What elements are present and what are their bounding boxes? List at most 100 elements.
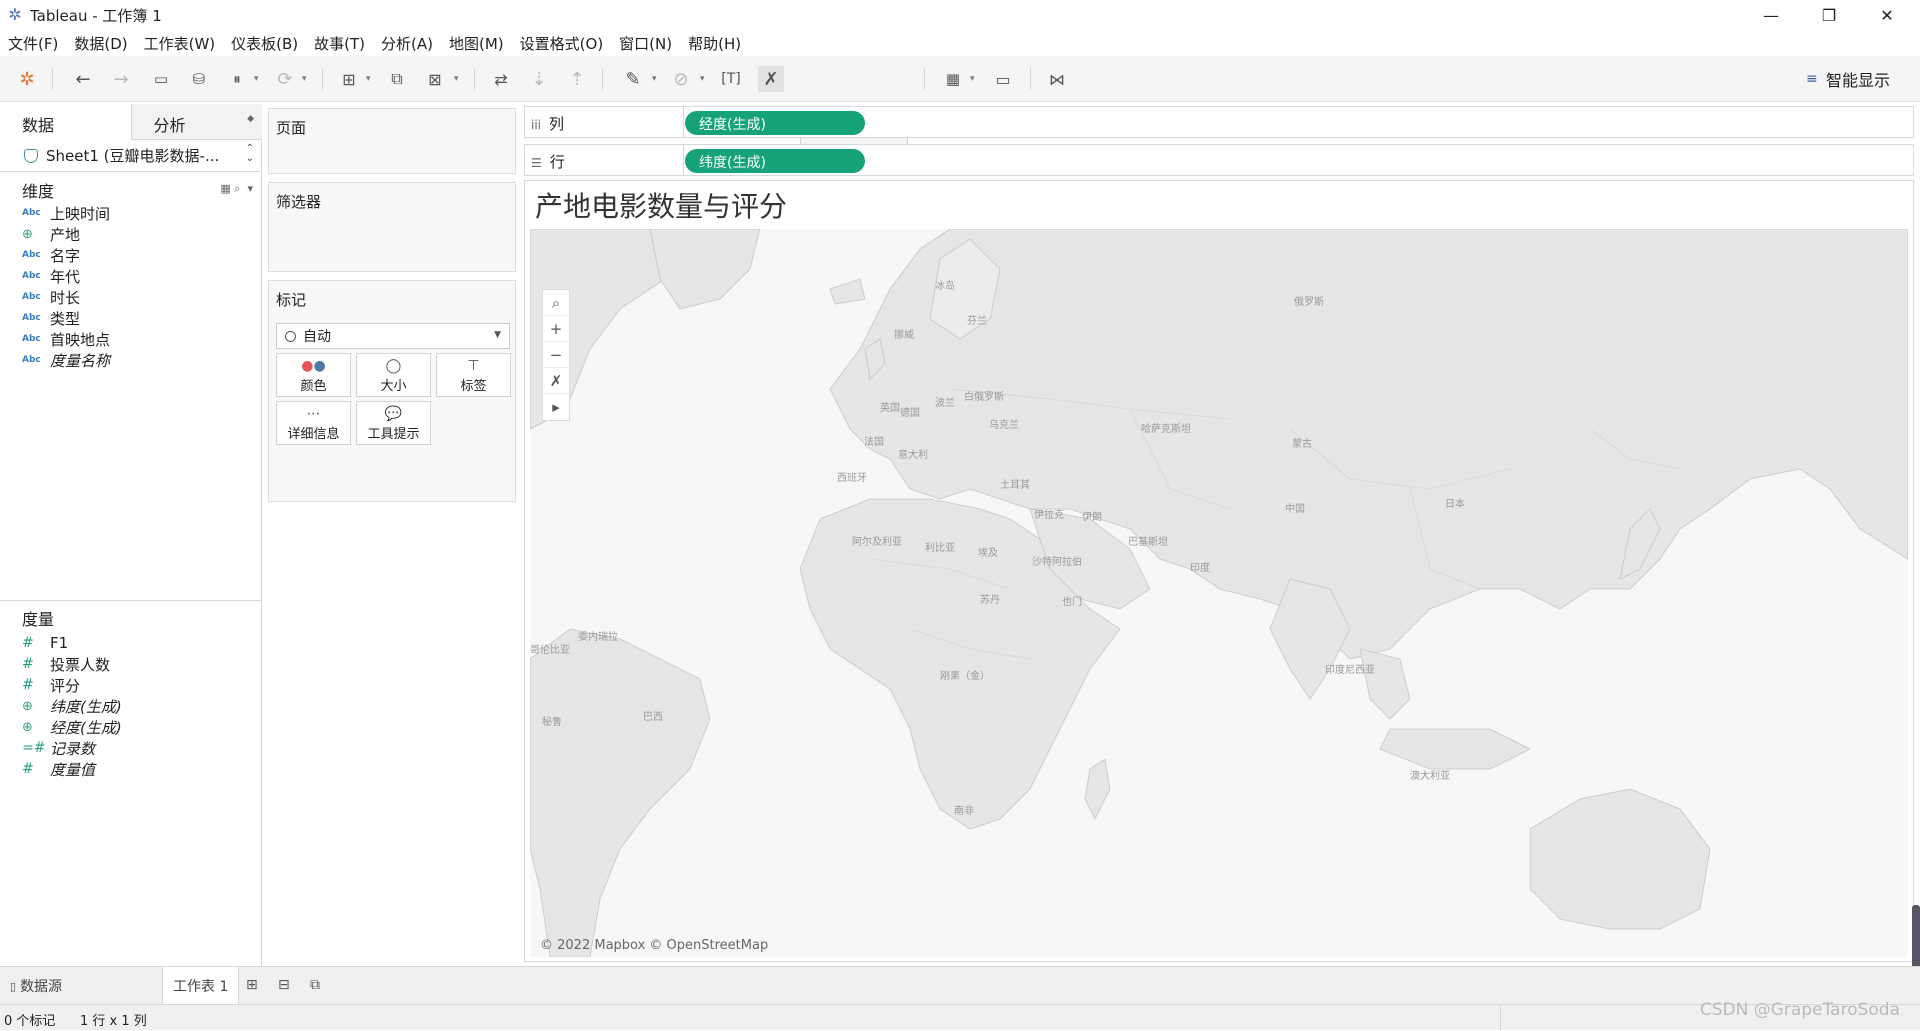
title-bar: ✲ Tableau - 工作簿 1	[0, 0, 1920, 30]
color-button[interactable]: ●● 颜色	[276, 353, 351, 397]
menu-data[interactable]: 数据(D)	[66, 33, 135, 54]
latitude-pill[interactable]: 纬度(生成)	[685, 149, 865, 173]
detail-dots-icon: ⋯	[306, 405, 321, 422]
map-label-pakistan: 巴基斯坦	[1128, 537, 1168, 548]
share-icon[interactable]: ⋈	[1044, 66, 1070, 92]
new-dashboard-icon[interactable]: ⊟	[278, 977, 300, 995]
abc-icon: Abc	[22, 313, 41, 323]
tab-data[interactable]: 数据	[0, 104, 132, 140]
pane-divider[interactable]	[0, 600, 262, 601]
window-title: Tableau - 工作簿 1	[30, 6, 162, 25]
menu-help[interactable]: 帮助(H)	[680, 33, 749, 54]
menu-dashboard[interactable]: 仪表板(B)	[223, 33, 306, 54]
map-label-libya: 利比亚	[925, 543, 955, 554]
sort-ascending-icon[interactable]: ⇣	[526, 66, 552, 92]
clear-sheet-icon[interactable]: ⊠	[422, 66, 448, 92]
filters-card[interactable]: 筛选器	[268, 182, 516, 272]
restore-button[interactable]: ❐	[1800, 0, 1858, 30]
save-icon[interactable]: ▭	[148, 66, 174, 92]
new-story-icon[interactable]: ⧉	[310, 977, 332, 995]
text-label-icon: ⊤	[467, 357, 480, 374]
map-label-finland: 芬兰	[967, 316, 987, 327]
marks-card: 标记 自动 ▼ ●● 颜色 ◯ 大小 ⊤ 标签 ⋯ 详细信息 💬 工具提示	[268, 280, 516, 502]
map-label-saudi-arabia: 沙特阿拉伯	[1032, 557, 1082, 568]
map-attribution[interactable]: © 2022 Mapbox © OpenStreetMap	[540, 938, 768, 953]
show-cards-icon[interactable]: ▦	[940, 66, 966, 92]
chevron-down-icon[interactable]: ◆	[247, 114, 254, 124]
datasource-tab[interactable]: ▯ 数据源	[10, 967, 62, 1005]
rows-shelf-title: ☰ 行	[531, 151, 565, 172]
mark-type-dropdown[interactable]: 自动 ▼	[276, 323, 510, 349]
sort-descending-icon[interactable]: ⇡	[564, 66, 590, 92]
menu-map[interactable]: 地图(M)	[441, 33, 512, 54]
abc-icon: Abc	[22, 250, 41, 260]
swap-rows-columns-icon[interactable]: ⇄	[488, 66, 514, 92]
shelf-divider	[683, 107, 684, 137]
expand-toolbar-icon[interactable]: ▸	[543, 394, 569, 420]
field-measure-names[interactable]: Abc 度量名称	[22, 347, 252, 373]
show-cards-dropdown-caret[interactable]: ▾	[970, 66, 980, 92]
new-datasource-icon[interactable]: ⛁	[186, 66, 212, 92]
presentation-mode-icon[interactable]: ▭	[990, 66, 1016, 92]
measures-header: 度量	[22, 610, 55, 629]
toolbar-separator	[924, 68, 925, 90]
tooltip-icon: 💬	[384, 405, 403, 422]
circle-mark-icon	[285, 330, 296, 342]
rows-shelf[interactable]: ☰ 行 纬度(生成)	[524, 144, 1914, 176]
toolbar-separator	[1030, 68, 1031, 90]
menu-worksheet[interactable]: 工作表(W)	[136, 33, 224, 54]
pane-tools[interactable]: ▦ ⌕ ▾	[220, 182, 253, 196]
show-mark-labels-icon[interactable]: [T]	[718, 66, 744, 92]
menu-window[interactable]: 窗口(N)	[611, 33, 680, 54]
tooltip-button[interactable]: 💬 工具提示	[356, 401, 431, 445]
clear-dropdown-caret[interactable]: ▾	[454, 66, 464, 92]
map-label-iceland: 冰岛	[935, 281, 955, 292]
refresh-dropdown-caret[interactable]: ▾	[302, 66, 312, 92]
pause-updates-icon[interactable]: ⏸	[224, 66, 250, 92]
group-members-icon[interactable]: ⊘	[668, 66, 694, 92]
highlight-dropdown-caret[interactable]: ▾	[652, 66, 662, 92]
tab-analysis[interactable]: 分析 ◆	[131, 104, 262, 140]
menu-analysis[interactable]: 分析(A)	[373, 33, 441, 54]
datasource-scroll-icon[interactable]: ⌃ ⌄	[246, 144, 254, 164]
menu-story[interactable]: 故事(T)	[306, 33, 373, 54]
menu-file[interactable]: 文件(F)	[0, 33, 66, 54]
minimize-button[interactable]: —	[1742, 0, 1800, 30]
pause-dropdown-caret[interactable]: ▾	[254, 66, 264, 92]
pages-card[interactable]: 页面	[268, 108, 516, 174]
redo-icon[interactable]: →	[108, 66, 134, 92]
detail-button[interactable]: ⋯ 详细信息	[276, 401, 351, 445]
longitude-pill[interactable]: 经度(生成)	[685, 111, 865, 135]
field-measure-values[interactable]: # 度量值	[22, 756, 252, 782]
view-title[interactable]: 产地电影数量与评分	[535, 185, 787, 225]
columns-shelf[interactable]: iii 列 经度(生成)	[524, 106, 1914, 138]
show-me-button[interactable]: ≡ 智能显示	[1806, 66, 1890, 92]
world-map[interactable]: 俄罗斯 冰岛 芬兰 挪威 白俄罗斯 英国 波兰 德国 乌克兰 法国 意大利 西班…	[530, 229, 1908, 957]
undo-icon[interactable]: ←	[70, 66, 96, 92]
card-area-blank[interactable]	[268, 506, 516, 966]
label-button[interactable]: ⊤ 标签	[436, 353, 511, 397]
map-label-italy: 意大利	[898, 450, 928, 461]
tab-sheet-1[interactable]: 工作表 1	[162, 967, 240, 1005]
search-icon[interactable]: ⌕	[543, 290, 569, 316]
refresh-icon[interactable]: ⟳	[272, 66, 298, 92]
map-label-iran: 伊朗	[1082, 512, 1102, 523]
detail-button-label: 详细信息	[287, 426, 340, 442]
tableau-start-icon[interactable]: ✲	[14, 66, 40, 92]
zoom-out-button[interactable]: −	[543, 342, 569, 368]
rows-columns-count: 1 行 x 1 列	[80, 1014, 147, 1029]
datasource-item[interactable]: Sheet1 (豆瓣电影数据-... ⌃ ⌄	[0, 140, 262, 172]
pin-map-icon[interactable]: ✗	[543, 368, 569, 394]
close-button[interactable]: ✕	[1858, 0, 1916, 30]
group-dropdown-caret[interactable]: ▾	[700, 66, 710, 92]
zoom-in-button[interactable]: +	[543, 316, 569, 342]
size-button[interactable]: ◯ 大小	[356, 353, 431, 397]
new-sheet-icon[interactable]: ⊞	[336, 66, 362, 92]
duplicate-sheet-icon[interactable]: ⧉	[384, 66, 410, 92]
highlight-icon[interactable]: ✎	[620, 66, 646, 92]
map-background	[530, 229, 1908, 957]
new-sheet-dropdown-caret[interactable]: ▾	[366, 66, 376, 92]
fix-axes-icon[interactable]: ✗	[758, 66, 784, 92]
new-worksheet-icon[interactable]: ⊞	[246, 977, 268, 995]
menu-format[interactable]: 设置格式(O)	[512, 33, 612, 54]
